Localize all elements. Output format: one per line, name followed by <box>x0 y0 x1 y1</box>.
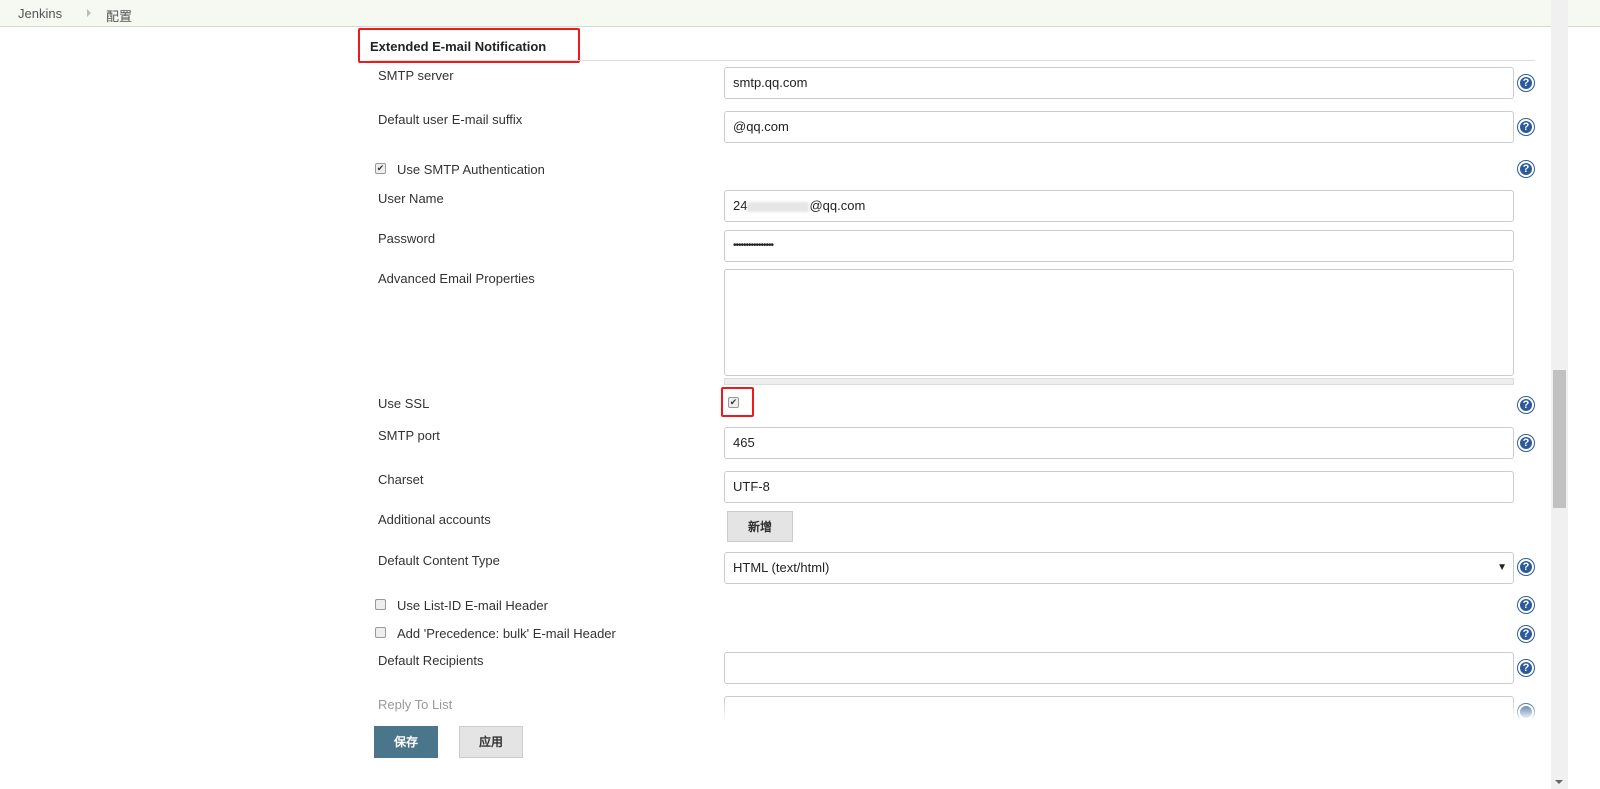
fade-overlay <box>360 700 1560 720</box>
help-icon[interactable]: ? <box>1518 626 1534 642</box>
list-id-checkbox[interactable] <box>375 599 386 610</box>
smtp-port-label: SMTP port <box>378 428 440 443</box>
breadcrumb-bar <box>0 0 1600 27</box>
help-icon[interactable]: ? <box>1518 119 1534 135</box>
help-icon[interactable]: ? <box>1518 559 1534 575</box>
section-divider <box>370 60 1535 61</box>
blurred-region <box>747 201 810 212</box>
help-icon[interactable]: ? <box>1518 161 1534 177</box>
smtp-auth-label: Use SMTP Authentication <box>397 162 545 177</box>
section-title: Extended E-mail Notification <box>370 39 547 54</box>
scroll-down-arrow-icon[interactable] <box>1555 780 1563 784</box>
user-name-prefix: 24 <box>733 198 748 213</box>
list-id-label: Use List-ID E-mail Header <box>397 598 548 613</box>
bottom-button-bar <box>360 718 1560 789</box>
reply-to-label: Reply To List <box>378 697 453 712</box>
smtp-auth-checkbox[interactable]: ✔ <box>375 163 386 174</box>
advanced-props-label: Advanced Email Properties <box>378 271 535 286</box>
help-icon[interactable]: ? <box>1518 597 1534 613</box>
advanced-props-textarea[interactable] <box>724 269 1514 376</box>
smtp-server-input[interactable]: smtp.qq.com <box>724 67 1514 99</box>
precedence-label: Add 'Precedence: bulk' E-mail Header <box>397 626 616 641</box>
user-name-input[interactable]: 24 @qq.com <box>724 190 1514 222</box>
help-icon[interactable]: ? <box>1518 75 1534 91</box>
help-icon[interactable]: ? <box>1518 397 1534 413</box>
additional-accounts-label: Additional accounts <box>378 512 491 527</box>
email-suffix-input[interactable]: @qq.com <box>724 111 1514 143</box>
breadcrumb-config[interactable]: 配置 <box>106 6 132 25</box>
apply-button[interactable]: 应用 <box>459 726 523 758</box>
breadcrumb-jenkins[interactable]: Jenkins <box>18 6 62 21</box>
smtp-port-input[interactable]: 465 <box>724 427 1514 459</box>
use-ssl-label: Use SSL <box>378 396 430 411</box>
textarea-resize-handle[interactable] <box>724 378 1514 385</box>
scrollbar-thumb[interactable] <box>1553 370 1566 508</box>
default-recipients-label: Default Recipients <box>378 653 484 668</box>
save-button[interactable]: 保存 <box>374 726 438 758</box>
default-recipients-input[interactable] <box>724 652 1514 684</box>
charset-label: Charset <box>378 472 424 487</box>
content-type-value: HTML (text/html) <box>733 560 830 575</box>
help-icon[interactable]: ? <box>1518 435 1534 451</box>
user-name-suffix: @qq.com <box>809 198 866 213</box>
password-input[interactable]: •••••••••••••••• <box>724 230 1514 262</box>
content-type-select[interactable]: HTML (text/html) ▼ <box>724 552 1514 584</box>
help-icon[interactable]: ? <box>1518 660 1534 676</box>
email-suffix-label: Default user E-mail suffix <box>378 112 523 127</box>
password-label: Password <box>378 231 436 246</box>
add-account-button[interactable]: 新增 <box>727 511 793 542</box>
smtp-server-label: SMTP server <box>378 68 454 83</box>
precedence-checkbox[interactable] <box>375 627 386 638</box>
dropdown-arrow-icon: ▼ <box>1497 562 1507 573</box>
breadcrumb-separator-icon <box>87 9 91 17</box>
charset-input[interactable]: UTF-8 <box>724 471 1514 503</box>
content-type-label: Default Content Type <box>378 553 500 568</box>
use-ssl-checkbox[interactable]: ✔ <box>728 397 739 408</box>
user-name-label: User Name <box>378 191 444 206</box>
